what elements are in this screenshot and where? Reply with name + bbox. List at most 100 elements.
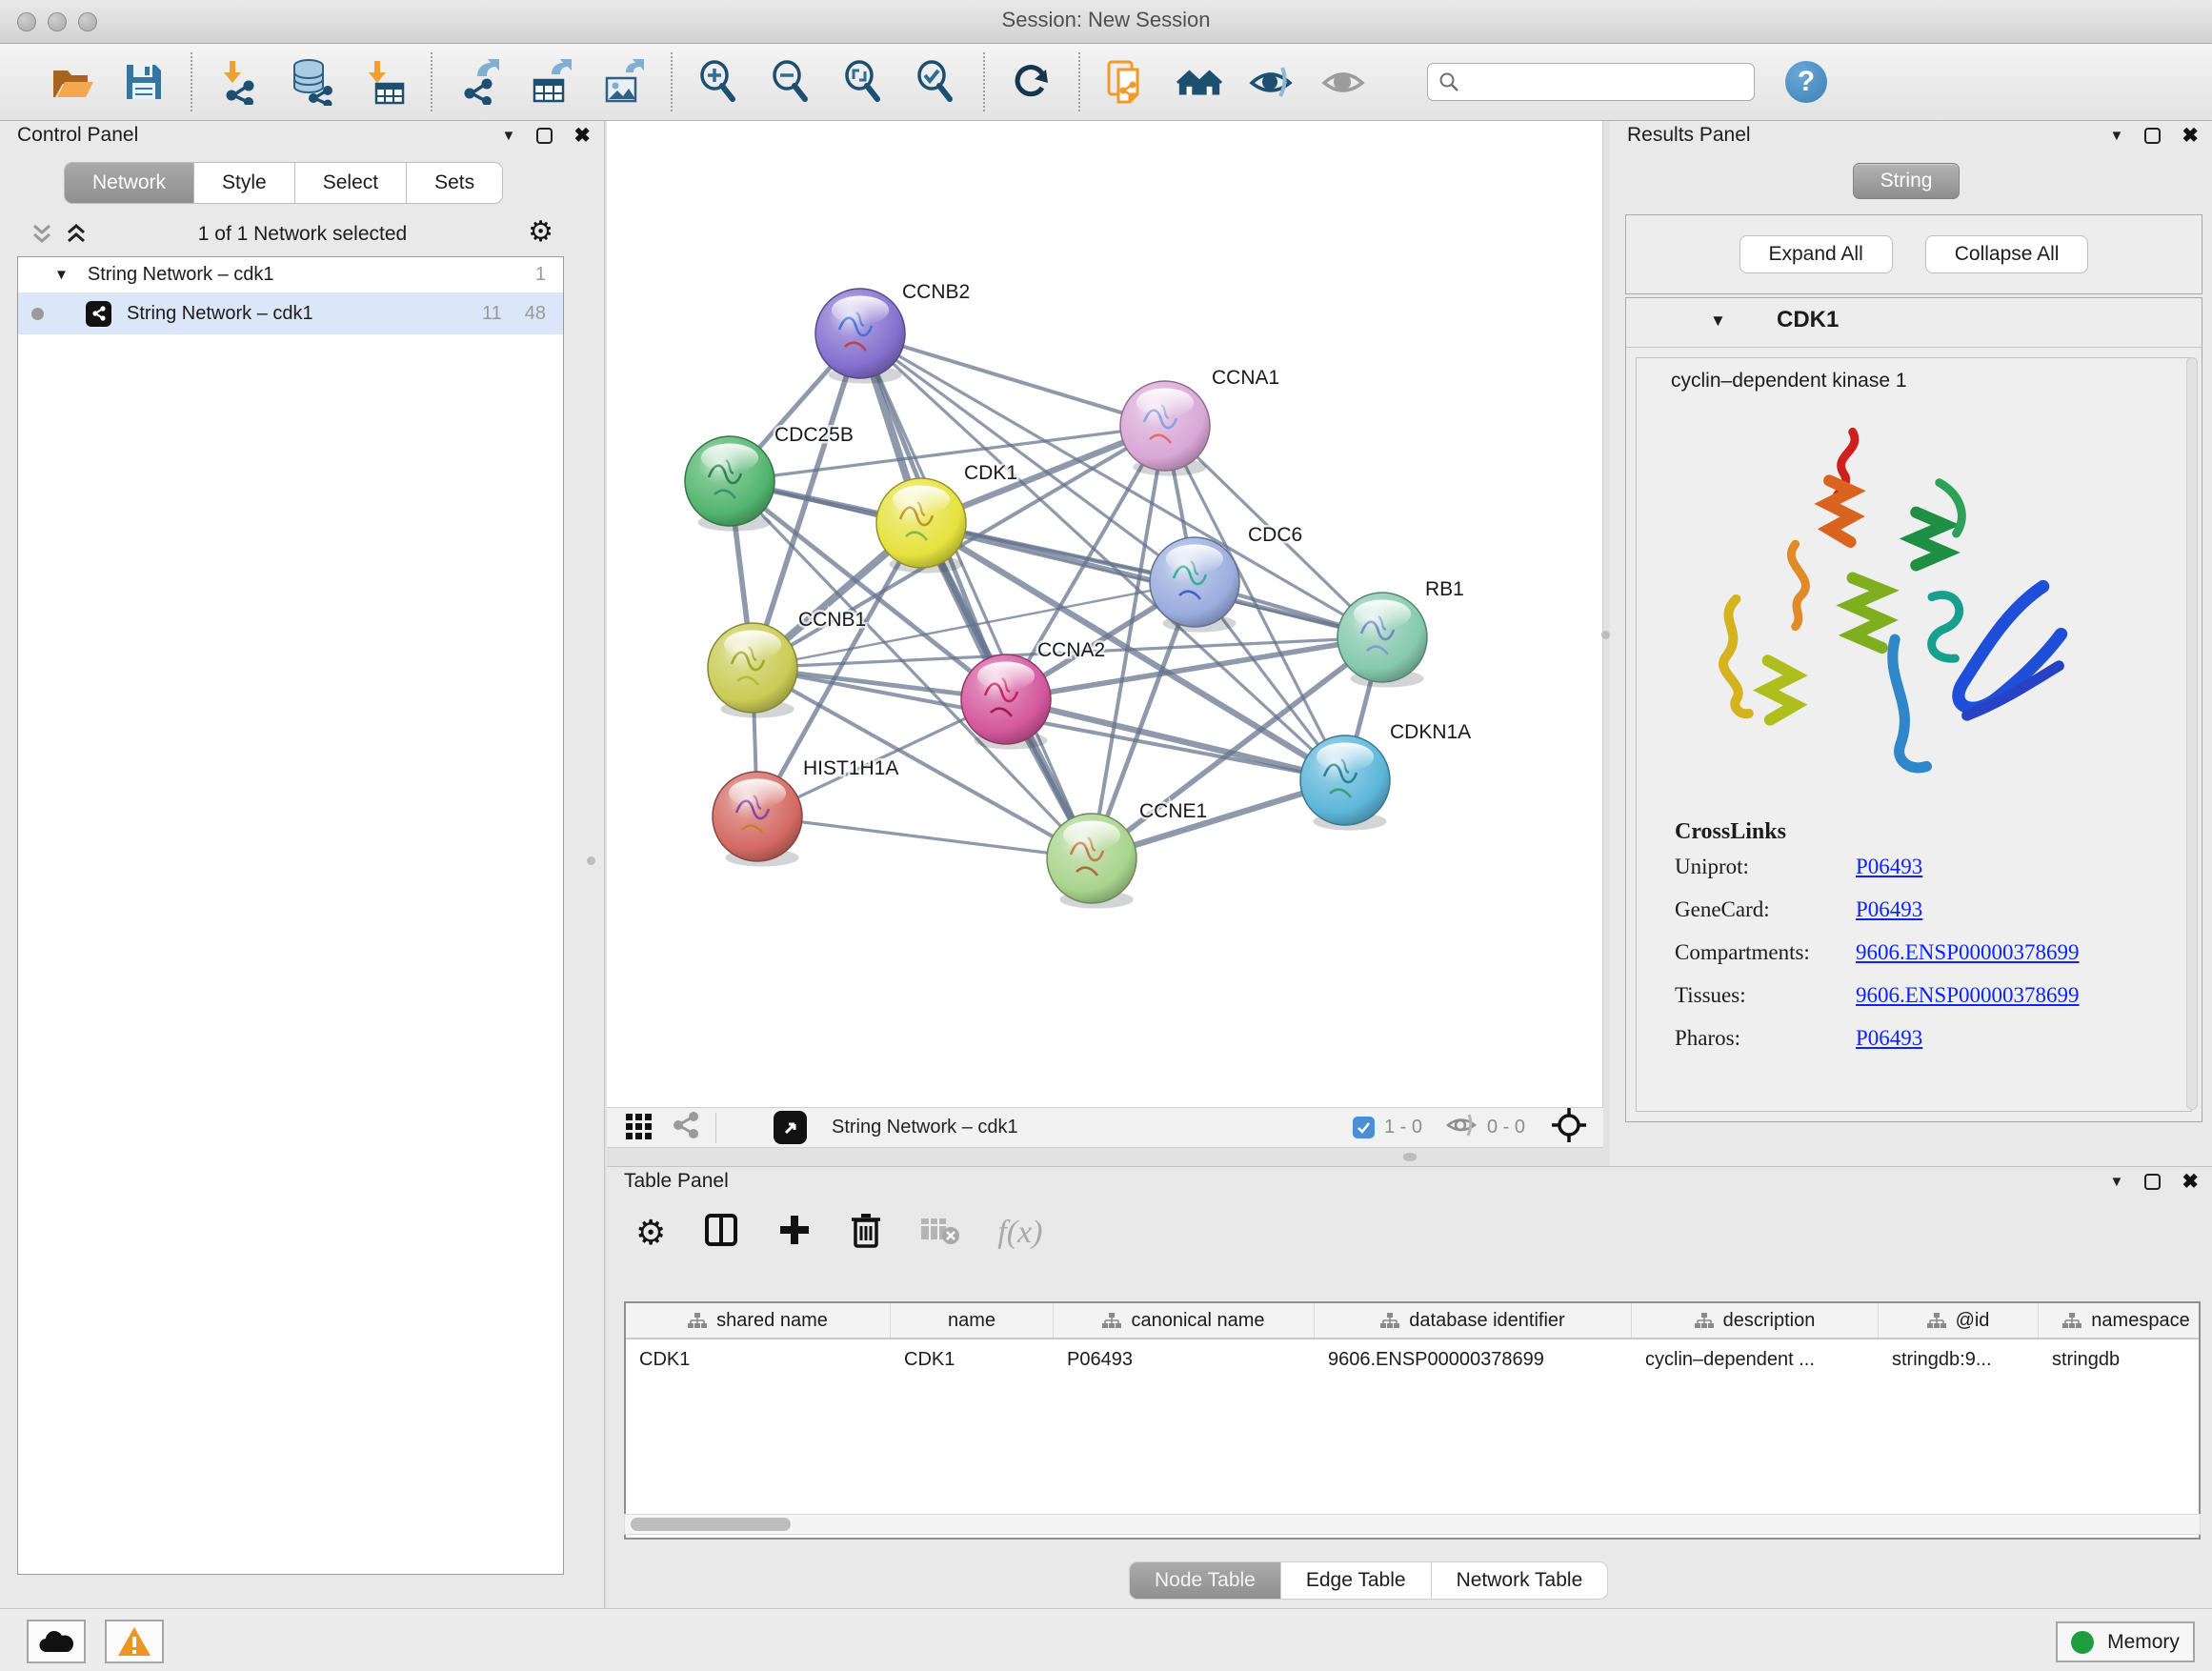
column-header-canonical-name[interactable]: canonical name [1054, 1303, 1315, 1338]
collapse-section-icon[interactable]: ▼ [1710, 312, 1726, 331]
crosslink-link[interactable]: 9606.ENSP00000378699 [1856, 940, 2080, 965]
search-input[interactable] [1468, 71, 1744, 92]
selected-checkbox-icon[interactable] [1353, 1117, 1375, 1138]
splitter-handle[interactable] [1601, 631, 1610, 639]
protein-header[interactable]: ▼ CDK1 [1626, 298, 2202, 348]
close-panel-icon[interactable]: ✖ [2182, 124, 2199, 148]
network-row-selected[interactable]: String Network – cdk1 11 48 [18, 292, 563, 334]
show-all-button[interactable] [1320, 58, 1368, 106]
export-network-button[interactable] [455, 58, 503, 106]
zoom-in-button[interactable] [695, 58, 743, 106]
node-CDK1[interactable] [876, 478, 966, 574]
crosslink-link[interactable]: P06493 [1856, 897, 1922, 922]
node-CDC6[interactable] [1150, 537, 1239, 633]
zoom-selected-button[interactable] [913, 58, 960, 106]
edge-CCNE1-CCNB2[interactable] [860, 333, 1092, 858]
float-panel-icon[interactable] [2144, 128, 2161, 144]
panel-menu-icon[interactable]: ▼ [502, 128, 516, 144]
collapse-all-button[interactable]: Collapse All [1925, 235, 2089, 273]
tab-edge-table[interactable]: Edge Table [1281, 1561, 1432, 1600]
clone-network-button[interactable] [1103, 58, 1151, 106]
column-header-database-identifier[interactable]: database identifier [1315, 1303, 1632, 1338]
tab-style[interactable]: Style [194, 162, 295, 204]
tab-network[interactable]: Network [64, 162, 194, 204]
node-HIST1H1A[interactable] [713, 772, 802, 867]
column-header-name[interactable]: name [891, 1303, 1054, 1338]
results-scrollbar[interactable] [2186, 357, 2198, 1110]
cell-name[interactable]: CDK1 [891, 1349, 1054, 1371]
save-session-button[interactable] [120, 58, 168, 106]
cell-namespace[interactable]: stringdb [2039, 1349, 2201, 1371]
network-collection-row[interactable]: ▼ String Network – cdk1 1 [18, 257, 563, 292]
network-canvas[interactable]: CCNB2CCNA1CDC25BCDK1CDC6RB1CCNB1CCNA2CDK… [607, 121, 1603, 1107]
splitter-handle[interactable] [1403, 1153, 1417, 1161]
crosslink-link[interactable]: P06493 [1856, 855, 1922, 879]
string-results-tab[interactable]: String [1853, 163, 1960, 199]
node-gloss [1354, 600, 1411, 629]
table-options-gear-icon[interactable]: ⚙ [635, 1218, 666, 1247]
cell-database-identifier[interactable]: 9606.ENSP00000378699 [1315, 1349, 1632, 1371]
node-CCNE1[interactable] [1047, 814, 1136, 909]
zoom-fit-button[interactable] [840, 58, 888, 106]
expand-all-button[interactable]: Expand All [1739, 235, 1893, 273]
string-network-graph[interactable]: CCNB2CCNA1CDC25BCDK1CDC6RB1CCNB1CCNA2CDK… [607, 121, 1603, 1107]
birds-eye-view-icon[interactable] [774, 1111, 807, 1144]
memory-button[interactable]: Memory [2056, 1621, 2195, 1662]
crosslink-link[interactable]: 9606.ENSP00000378699 [1856, 983, 2080, 1008]
table-h-scrollbar[interactable] [624, 1514, 2201, 1535]
crosshair-icon[interactable] [1550, 1106, 1588, 1150]
column-header-namespace[interactable]: namespace [2039, 1303, 2201, 1338]
refresh-button[interactable] [1008, 58, 1056, 106]
node-table[interactable]: shared namenamecanonical namedatabase id… [624, 1301, 2201, 1540]
column-header-@id[interactable]: @id [1879, 1303, 2039, 1338]
zoom-out-button[interactable] [768, 58, 815, 106]
hide-selected-button[interactable] [1248, 58, 1296, 106]
tab-select[interactable]: Select [295, 162, 407, 204]
toolbar-search[interactable] [1427, 63, 1755, 101]
export-table-button[interactable] [528, 58, 575, 106]
grid-view-icon[interactable] [622, 1108, 656, 1148]
crosslink-link[interactable]: P06493 [1856, 1026, 1922, 1051]
network-share-icon[interactable] [670, 1109, 702, 1147]
import-table-file-button[interactable] [360, 58, 408, 106]
edge-CCNB2-CCNA1[interactable] [860, 333, 1165, 426]
export-image-button[interactable] [600, 58, 648, 106]
table-row[interactable]: CDK1CDK1P064939606.ENSP00000378699cyclin… [626, 1339, 2199, 1379]
help-button[interactable]: ? [1785, 61, 1827, 103]
warnings-button[interactable] [105, 1620, 164, 1663]
node-CCNB1[interactable] [708, 623, 797, 718]
tab-sets[interactable]: Sets [407, 162, 503, 204]
cell-description[interactable]: cyclin–dependent ... [1632, 1349, 1879, 1371]
float-panel-icon[interactable] [536, 128, 553, 144]
open-session-button[interactable] [48, 58, 95, 106]
panel-menu-icon[interactable]: ▼ [2110, 1174, 2124, 1190]
close-panel-icon[interactable]: ✖ [573, 124, 591, 148]
close-panel-icon[interactable]: ✖ [2182, 1170, 2199, 1194]
splitter-handle[interactable] [587, 856, 595, 865]
node-CCNA1[interactable] [1120, 381, 1210, 476]
panel-menu-icon[interactable]: ▼ [2110, 128, 2124, 144]
network-options-gear-icon[interactable]: ⚙ [528, 218, 553, 247]
column-header-description[interactable]: description [1632, 1303, 1879, 1338]
hidden-eye-icon[interactable] [1445, 1111, 1478, 1145]
tab-node-table[interactable]: Node Table [1129, 1561, 1281, 1600]
cloud-button[interactable] [27, 1620, 86, 1663]
node-RB1[interactable] [1337, 593, 1427, 688]
float-panel-icon[interactable] [2144, 1174, 2161, 1190]
node-CDKN1A[interactable] [1300, 735, 1390, 831]
import-network-database-button[interactable] [288, 58, 335, 106]
scrollbar-thumb[interactable] [631, 1518, 791, 1531]
show-columns-icon[interactable] [702, 1211, 740, 1255]
cell-@id[interactable]: stringdb:9... [1879, 1349, 2039, 1371]
cell-shared-name[interactable]: CDK1 [626, 1349, 891, 1371]
cell-canonical-name[interactable]: P06493 [1054, 1349, 1315, 1371]
edge-CCNE1-HIST1H1A[interactable] [757, 816, 1092, 858]
tab-network-table[interactable]: Network Table [1432, 1561, 1609, 1600]
column-header-shared-name[interactable]: shared name [626, 1303, 891, 1338]
delete-column-icon[interactable] [849, 1211, 883, 1255]
tree-expand-icon[interactable]: ▼ [54, 267, 69, 283]
first-neighbors-button[interactable] [1176, 58, 1223, 106]
import-network-file-button[interactable] [215, 58, 263, 106]
add-column-icon[interactable] [776, 1212, 813, 1254]
node-CDC25B[interactable] [685, 436, 774, 532]
